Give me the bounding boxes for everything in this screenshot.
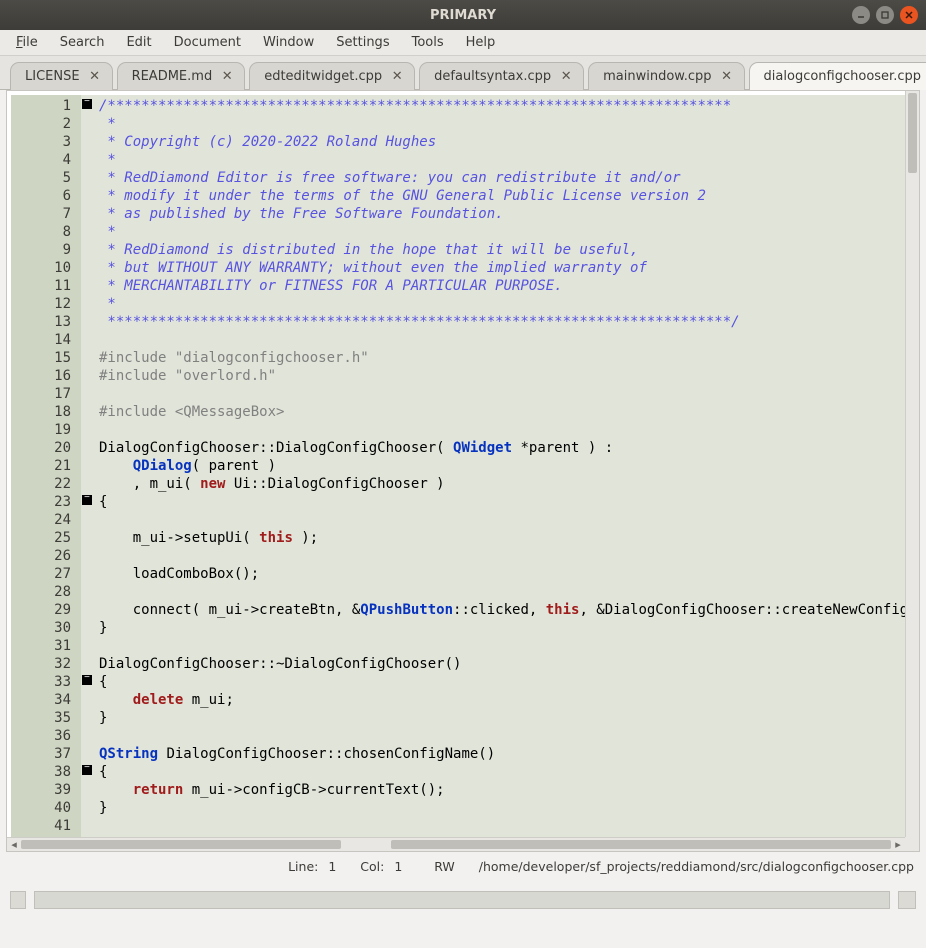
horizontal-scrollbar[interactable]: ◂ ▸ [7, 837, 905, 851]
tab-close-icon[interactable]: ✕ [559, 69, 573, 84]
tab-defaultsyntax-cpp[interactable]: defaultsyntax.cpp ✕ [419, 62, 584, 90]
tab-close-icon[interactable]: ✕ [720, 69, 734, 84]
status-line-value: 1 [328, 859, 336, 874]
bottom-scroll-track[interactable] [34, 891, 890, 909]
tab-label: edteditwidget.cpp [264, 69, 382, 84]
menu-window[interactable]: Window [253, 32, 324, 53]
close-button[interactable] [900, 6, 918, 24]
status-path: /home/developer/sf_projects/reddiamond/s… [479, 859, 914, 874]
menu-file[interactable]: File [6, 32, 48, 53]
editor-area: 1 2 3 4 5 6 7 8 9 10 11 12 13 14 15 16 1… [6, 90, 920, 852]
menu-tools[interactable]: Tools [402, 32, 454, 53]
tab-label: dialogconfigchooser.cpp [764, 69, 921, 84]
status-col-value: 1 [394, 859, 402, 874]
minimize-button[interactable] [852, 6, 870, 24]
fold-toggle-icon[interactable]: − [82, 99, 92, 109]
status-col-label: Col: [360, 859, 384, 874]
tab-license[interactable]: LICENSE ✕ [10, 62, 113, 90]
status-bar: Line: 1 Col: 1 RW /home/developer/sf_pro… [0, 852, 926, 880]
minimize-icon [856, 10, 866, 20]
fold-toggle-icon[interactable]: − [82, 675, 92, 685]
tab-label: mainwindow.cpp [603, 69, 711, 84]
fold-column: − − − − [81, 95, 95, 837]
bottom-scroll-left[interactable] [10, 891, 26, 909]
tab-close-icon[interactable]: ✕ [88, 69, 102, 84]
tab-dialogconfigchooser-cpp[interactable]: dialogconfigchooser.cpp✕ [749, 62, 926, 90]
menu-bar: File Search Edit Document Window Setting… [0, 30, 926, 56]
hscroll-left-icon[interactable]: ◂ [7, 838, 21, 851]
hscroll-right-icon[interactable]: ▸ [891, 838, 905, 851]
tab-readme-md[interactable]: README.md ✕ [117, 62, 246, 90]
tab-label: LICENSE [25, 69, 80, 84]
window-title: PRIMARY [0, 8, 926, 23]
scroll-corner [905, 837, 919, 851]
title-bar: PRIMARY [0, 0, 926, 30]
tab-label: defaultsyntax.cpp [434, 69, 551, 84]
maximize-icon [880, 10, 890, 20]
line-number-gutter: 1 2 3 4 5 6 7 8 9 10 11 12 13 14 15 16 1… [11, 95, 81, 837]
fold-toggle-icon[interactable]: − [82, 495, 92, 505]
menu-help[interactable]: Help [456, 32, 506, 53]
tab-edteditwidget-cpp[interactable]: edteditwidget.cpp ✕ [249, 62, 415, 90]
status-mode: RW [434, 859, 455, 874]
tab-close-icon[interactable]: ✕ [220, 69, 234, 84]
fold-toggle-icon[interactable]: − [82, 765, 92, 775]
tab-label: README.md [132, 69, 213, 84]
tab-close-icon[interactable]: ✕ [390, 69, 404, 84]
tab-mainwindow-cpp[interactable]: mainwindow.cpp ✕ [588, 62, 744, 90]
hscroll-thumb-left[interactable] [21, 840, 341, 849]
menu-settings[interactable]: Settings [326, 32, 399, 53]
vertical-scroll-thumb[interactable] [908, 93, 917, 173]
bottom-scrollbar[interactable] [10, 886, 916, 914]
hscroll-thumb-right[interactable] [391, 840, 891, 849]
code-content[interactable]: /***************************************… [95, 95, 905, 837]
menu-document[interactable]: Document [164, 32, 251, 53]
vertical-scrollbar[interactable] [905, 91, 919, 837]
tab-bar: LICENSE✕README.md✕edteditwidget.cpp✕defa… [0, 56, 926, 90]
menu-edit[interactable]: Edit [116, 32, 161, 53]
window-controls [852, 6, 918, 24]
maximize-button[interactable] [876, 6, 894, 24]
editor-viewport: 1 2 3 4 5 6 7 8 9 10 11 12 13 14 15 16 1… [11, 95, 905, 837]
menu-search[interactable]: Search [50, 32, 115, 53]
status-line-label: Line: [288, 859, 318, 874]
bottom-scroll-right[interactable] [898, 891, 916, 909]
close-icon [904, 10, 914, 20]
